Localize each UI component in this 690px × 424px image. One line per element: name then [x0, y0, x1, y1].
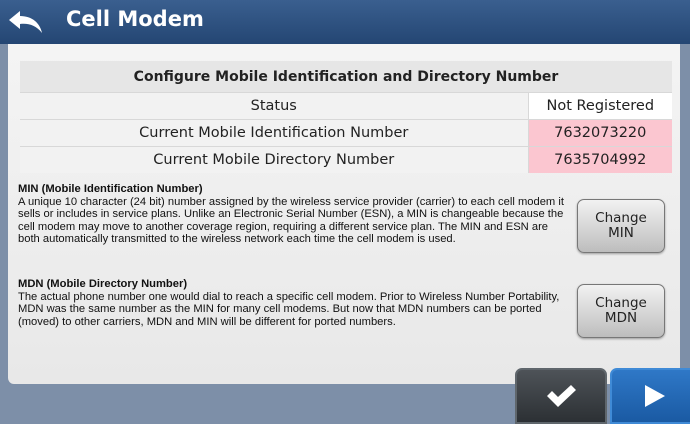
table-heading: Configure Mobile Identification and Dire…: [20, 61, 672, 92]
min-section-title: MIN (Mobile Identification Number): [18, 183, 203, 195]
change-mdn-line2: MDN: [604, 310, 638, 326]
back-button[interactable]: [4, 5, 48, 39]
mdn-value: 7635704992: [528, 146, 672, 173]
back-arrow-icon: [9, 11, 42, 33]
content-panel: Configure Mobile Identification and Dire…: [8, 44, 680, 384]
title-bar: Cell Modem: [0, 0, 690, 44]
change-min-button[interactable]: Change MIN: [577, 199, 665, 253]
min-value: 7632073220: [528, 119, 672, 146]
table-row: Status Not Registered: [20, 92, 672, 119]
mdn-section-text: The actual phone number one would dial t…: [18, 290, 560, 328]
page-title: Cell Modem: [66, 7, 204, 31]
status-label: Status: [20, 92, 529, 119]
change-mdn-button[interactable]: Change MDN: [577, 284, 665, 338]
identification-table: Configure Mobile Identification and Dire…: [20, 61, 672, 173]
change-min-line2: MIN: [608, 225, 634, 241]
change-mdn-line1: Change: [595, 295, 647, 311]
min-section-text: A unique 10 character (24 bit) number as…: [18, 195, 564, 246]
min-description: MIN (Mobile Identification Number) A uni…: [18, 183, 566, 246]
mdn-description: MDN (Mobile Directory Number) The actual…: [18, 278, 566, 328]
mdn-label: Current Mobile Directory Number: [20, 146, 529, 173]
change-min-line1: Change: [595, 210, 647, 226]
checkmark-icon: [547, 385, 576, 407]
play-arrow-icon: [645, 385, 665, 407]
mdn-section-title: MDN (Mobile Directory Number): [18, 278, 188, 290]
table-row: Current Mobile Identification Number 763…: [20, 119, 672, 146]
table-row: Current Mobile Directory Number 76357049…: [20, 146, 672, 173]
min-label: Current Mobile Identification Number: [20, 119, 529, 146]
status-value: Not Registered: [528, 92, 672, 119]
